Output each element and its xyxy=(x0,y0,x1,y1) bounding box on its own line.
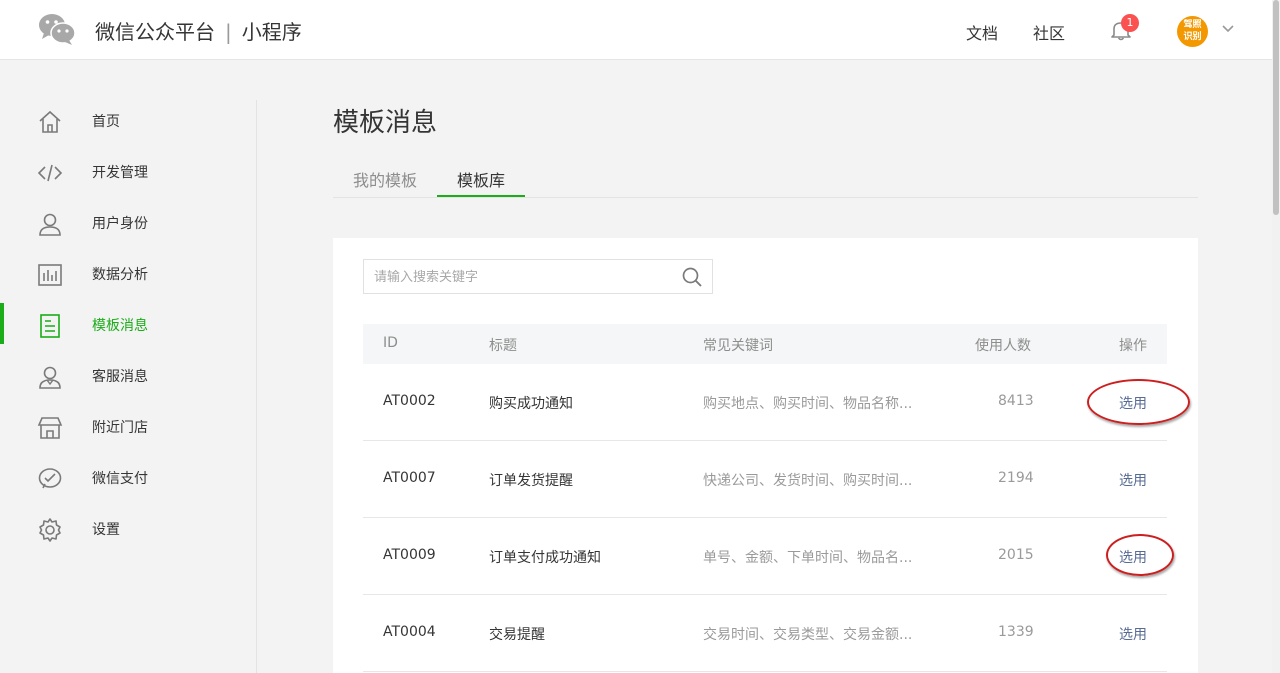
sidebar-item-label: 附近门店 xyxy=(92,420,148,436)
row-keywords: 交易时间、交易类型、交易金额... xyxy=(703,627,913,643)
user-icon xyxy=(39,213,61,236)
sidebar-item-dev-management[interactable]: 开发管理 xyxy=(0,147,256,198)
row-title: 交易提醒 xyxy=(489,627,545,643)
page-scrollbar[interactable] xyxy=(1272,0,1280,673)
sidebar-item-wechat-pay[interactable]: 微信支付 xyxy=(0,453,256,504)
sidebar-item-template-message[interactable]: 模板消息 xyxy=(0,300,256,351)
row-usage-count: 2015 xyxy=(998,547,1034,563)
sidebar: 首页 开发管理 用户身份 数据分析 模板消息 客服消息 附近门店 微信支付 设置 xyxy=(0,100,257,673)
wechat-logo-icon[interactable] xyxy=(38,12,76,46)
column-header-id: ID xyxy=(383,335,398,351)
row-keywords: 购买地点、购买时间、物品名称... xyxy=(703,396,913,412)
sidebar-item-label: 开发管理 xyxy=(92,165,148,181)
brand-sub: 小程序 xyxy=(241,20,302,44)
table-row: AT0004 交易提醒 交易时间、交易类型、交易金额... 1339 选用 xyxy=(363,595,1167,672)
brand-main: 微信公众平台 xyxy=(95,20,215,44)
customer-service-icon xyxy=(39,366,61,389)
sidebar-item-label: 设置 xyxy=(92,522,120,538)
search-icon[interactable] xyxy=(681,266,703,288)
sidebar-item-nearby-store[interactable]: 附近门店 xyxy=(0,402,256,453)
notification-badge: 1 xyxy=(1121,14,1139,32)
search-input[interactable] xyxy=(374,267,674,287)
top-bar: 微信公众平台 | 小程序 文档 社区 1 驾照识别 xyxy=(0,0,1272,60)
tab-template-library[interactable]: 模板库 xyxy=(457,167,505,191)
scrollbar-thumb[interactable] xyxy=(1273,0,1279,215)
row-usage-count: 2194 xyxy=(998,470,1034,486)
sidebar-item-label: 客服消息 xyxy=(92,369,148,385)
row-id: AT0002 xyxy=(383,393,436,409)
table-header: ID 标题 常见关键词 使用人数 操作 xyxy=(363,324,1167,364)
code-icon xyxy=(37,164,63,182)
chevron-down-icon[interactable] xyxy=(1221,24,1235,34)
active-tab-indicator xyxy=(437,195,525,197)
column-header-actions: 操作 xyxy=(1119,338,1147,354)
row-title: 订单发货提醒 xyxy=(489,473,573,489)
table-row: AT0002 购买成功通知 购买地点、购买时间、物品名称... 8413 选用 xyxy=(363,364,1167,441)
sidebar-item-customer-service[interactable]: 客服消息 xyxy=(0,351,256,402)
column-header-usage-count: 使用人数 xyxy=(975,338,1031,354)
template-library-panel: ID 标题 常见关键词 使用人数 操作 AT0002 购买成功通知 购买地点、购… xyxy=(333,238,1198,673)
select-template-button[interactable]: 选用 xyxy=(1119,393,1147,413)
wechat-pay-icon xyxy=(38,468,62,489)
row-id: AT0009 xyxy=(383,547,436,563)
avatar[interactable]: 驾照识别 xyxy=(1177,16,1208,47)
bar-chart-icon xyxy=(38,264,62,286)
tab-bar: 我的模板 模板库 xyxy=(333,157,1198,198)
column-header-keywords: 常见关键词 xyxy=(703,338,773,354)
store-icon xyxy=(37,417,63,439)
column-header-title: 标题 xyxy=(489,338,517,354)
row-usage-count: 1339 xyxy=(998,624,1034,640)
row-id: AT0007 xyxy=(383,470,436,486)
sidebar-item-settings[interactable]: 设置 xyxy=(0,504,256,555)
sidebar-item-label: 首页 xyxy=(92,114,120,130)
sidebar-item-label: 数据分析 xyxy=(92,267,148,283)
table-row: AT0009 订单支付成功通知 单号、金额、下单时间、物品名... 2015 选… xyxy=(363,518,1167,595)
community-link[interactable]: 社区 xyxy=(1033,20,1065,44)
sidebar-item-user-identity[interactable]: 用户身份 xyxy=(0,198,256,249)
brand-separator: | xyxy=(225,20,232,44)
gear-icon xyxy=(39,518,61,542)
avatar-text: 驾照识别 xyxy=(1183,20,1202,42)
select-template-button[interactable]: 选用 xyxy=(1119,470,1147,490)
sidebar-item-label: 微信支付 xyxy=(92,471,148,487)
select-template-button[interactable]: 选用 xyxy=(1119,624,1147,644)
tab-my-templates[interactable]: 我的模板 xyxy=(353,167,417,191)
page-title: 模板消息 xyxy=(333,108,438,138)
sidebar-item-data-analysis[interactable]: 数据分析 xyxy=(0,249,256,300)
search-box[interactable] xyxy=(363,259,713,294)
brand-title[interactable]: 微信公众平台 | 小程序 xyxy=(95,16,302,45)
table-row: AT0007 订单发货提醒 快递公司、发货时间、购买时间... 2194 选用 xyxy=(363,441,1167,518)
row-id: AT0004 xyxy=(383,624,436,640)
row-keywords: 单号、金额、下单时间、物品名... xyxy=(703,550,913,566)
docs-link[interactable]: 文档 xyxy=(966,20,998,44)
sidebar-item-home[interactable]: 首页 xyxy=(0,96,256,147)
sidebar-item-label: 用户身份 xyxy=(92,216,148,232)
row-usage-count: 8413 xyxy=(998,393,1034,409)
home-icon xyxy=(39,110,61,133)
row-title: 购买成功通知 xyxy=(489,396,573,412)
select-template-button[interactable]: 选用 xyxy=(1119,547,1147,567)
sidebar-item-label: 模板消息 xyxy=(92,318,148,334)
template-doc-icon xyxy=(40,314,60,338)
row-title: 订单支付成功通知 xyxy=(489,550,601,566)
row-keywords: 快递公司、发货时间、购买时间... xyxy=(703,473,913,489)
